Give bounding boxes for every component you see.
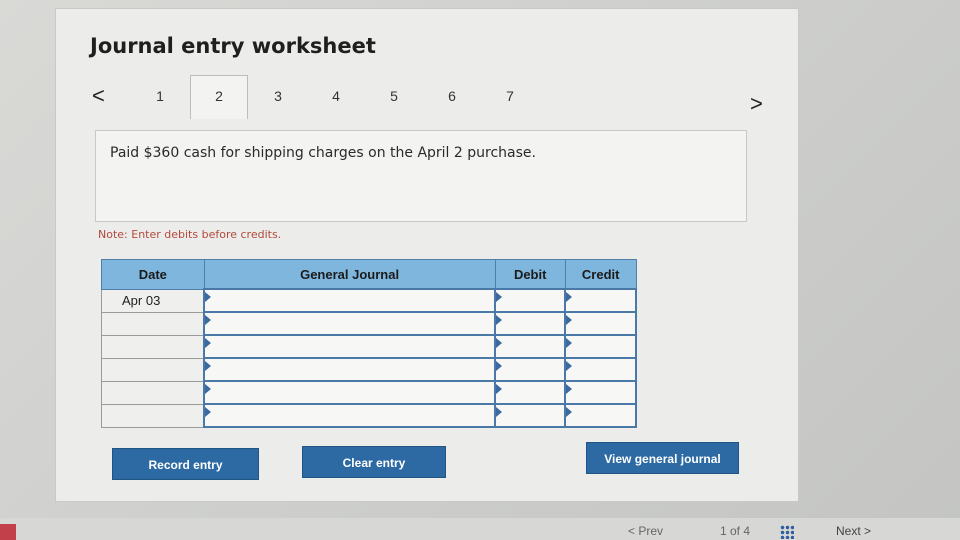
credit-input[interactable] [564,380,637,405]
tab-7[interactable]: 7 [490,88,530,104]
tab-5[interactable]: 5 [374,88,414,104]
next-tab-arrow-icon[interactable]: > [750,93,763,115]
table-row: Apr 03 [101,288,637,313]
table-row [101,403,637,428]
account-input[interactable] [203,311,496,336]
next-page-link[interactable]: Next > [836,524,871,538]
footer-bar: < Prev 1 of 4 Next > [0,518,960,540]
account-input[interactable] [203,334,496,359]
transaction-description-box: Paid $360 cash for shipping charges on t… [95,130,747,222]
date-cell[interactable] [101,311,205,336]
page-title: Journal entry worksheet [90,34,376,58]
table-row [101,380,637,405]
debit-column-header: Debit [494,259,566,290]
table-row [101,334,637,359]
tab-4[interactable]: 4 [316,88,356,104]
date-cell[interactable] [101,403,205,428]
debit-input[interactable] [493,288,567,313]
date-cell[interactable] [101,334,205,359]
credit-input[interactable] [564,403,637,428]
credit-column-header: Credit [564,259,637,290]
footer-logo-icon [0,524,16,540]
prev-page-link[interactable]: < Prev [628,524,663,538]
credit-input[interactable] [564,334,637,359]
date-column-header: Date [101,259,205,290]
date-cell[interactable] [101,380,205,405]
credit-input[interactable] [564,357,637,382]
debit-input[interactable] [493,403,567,428]
credit-input[interactable] [564,311,637,336]
debit-input[interactable] [493,311,567,336]
account-input[interactable] [203,403,496,428]
debit-input[interactable] [493,357,567,382]
record-entry-button[interactable]: Record entry [112,448,259,480]
debit-input[interactable] [493,334,567,359]
date-cell[interactable] [101,357,205,382]
journal-entry-table: Date General Journal Debit Credit Apr 03 [101,259,637,428]
transaction-description: Paid $360 cash for shipping charges on t… [110,145,536,161]
tab-2[interactable]: 2 [190,75,248,119]
credit-input[interactable] [564,288,637,313]
tab-6[interactable]: 6 [432,88,472,104]
entry-note: Note: Enter debits before credits. [98,228,282,241]
clear-entry-button[interactable]: Clear entry [302,446,446,478]
table-row [101,311,637,336]
tab-1[interactable]: 1 [140,88,180,104]
account-input[interactable] [203,288,496,313]
page-indicator: 1 of 4 [720,524,751,538]
prev-tab-arrow-icon[interactable]: < [92,85,105,107]
tab-3[interactable]: 3 [258,88,298,104]
debit-input[interactable] [493,380,567,405]
date-cell[interactable]: Apr 03 [101,288,205,313]
table-row [101,357,637,382]
grid-menu-icon[interactable] [780,525,794,539]
view-general-journal-button[interactable]: View general journal [586,442,739,474]
account-input[interactable] [203,380,496,405]
account-input[interactable] [203,357,496,382]
general-journal-column-header: General Journal [203,259,496,290]
